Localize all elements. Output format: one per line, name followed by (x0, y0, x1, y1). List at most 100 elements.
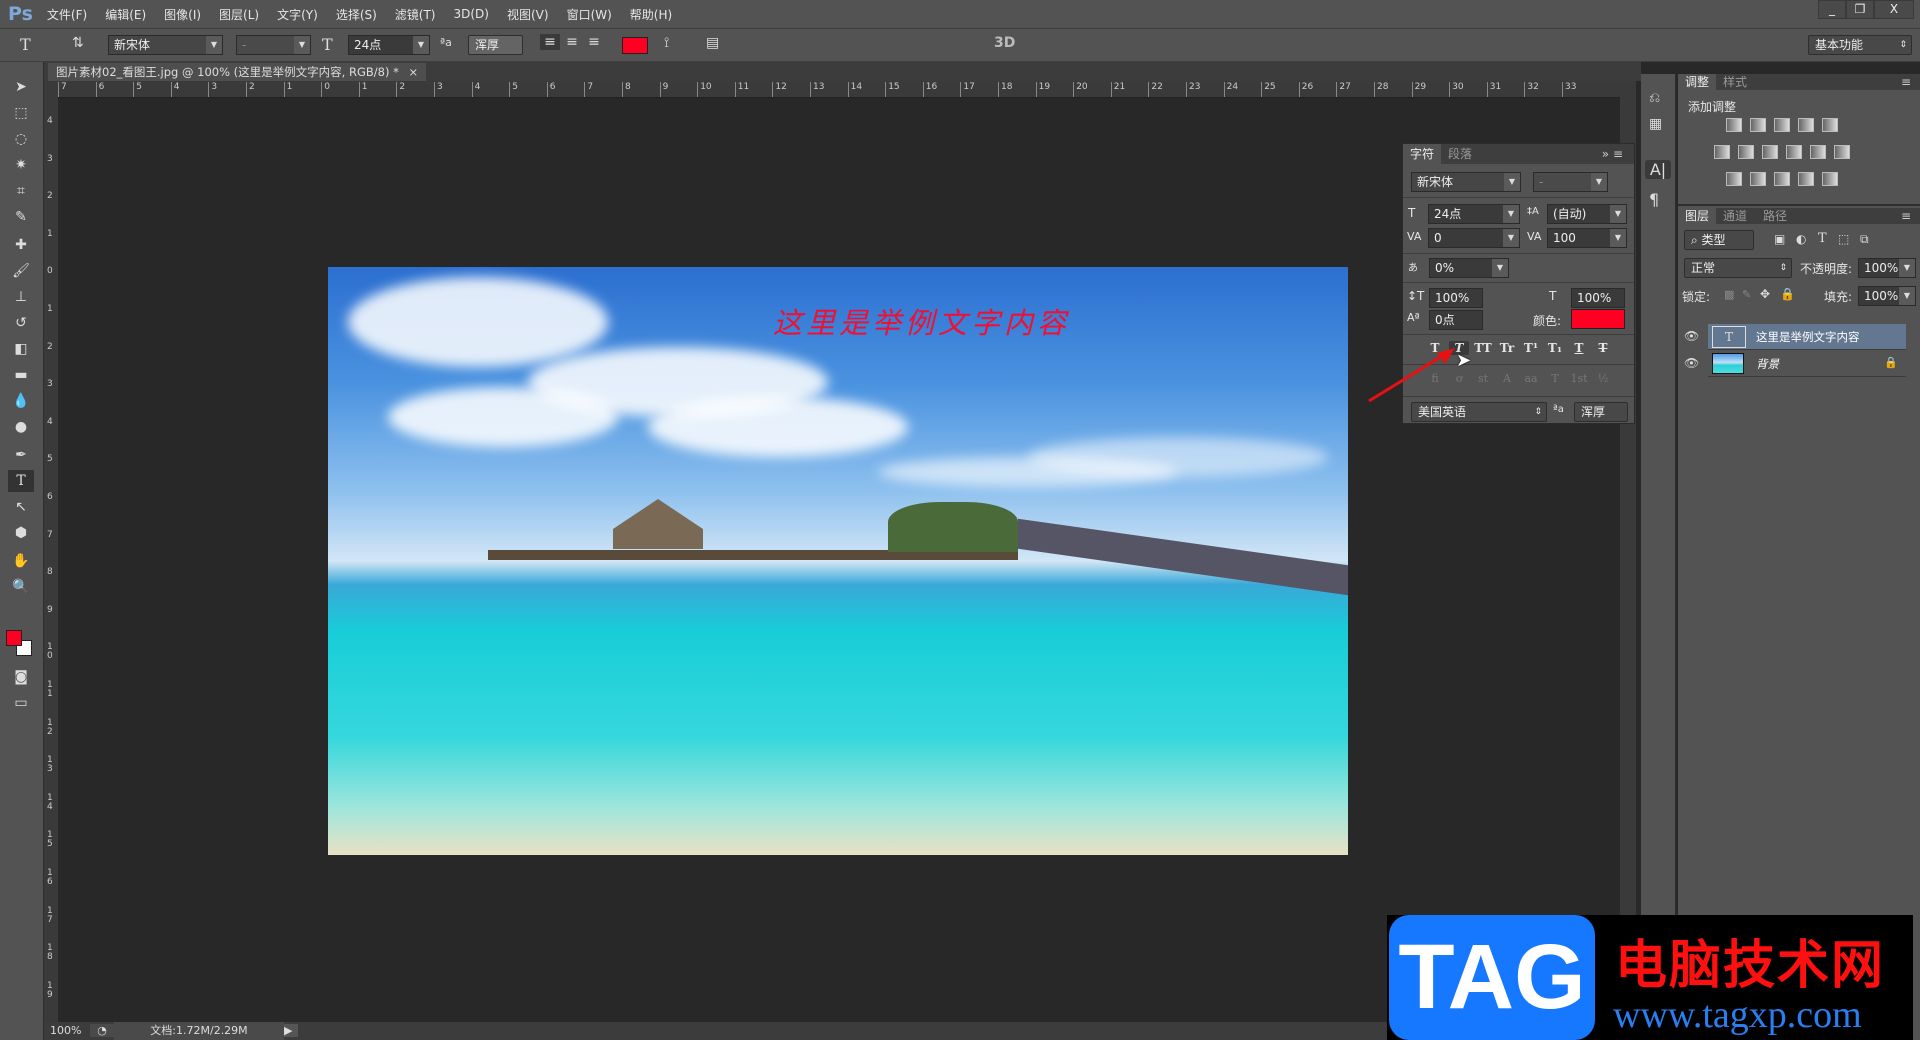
crop-tool-icon[interactable]: ⌗ (8, 180, 34, 202)
char-font-family-select[interactable]: 新宋体 ▼ (1411, 172, 1521, 192)
char-antialias-select[interactable]: 浑厚 (1574, 402, 1628, 422)
move-tool-icon[interactable]: ➤ (8, 76, 34, 98)
black-white-adjustment-icon[interactable] (1762, 145, 1778, 159)
shape-tool-icon[interactable]: ⬢ (8, 522, 34, 544)
char-hscale-input[interactable]: 100% (1571, 288, 1625, 308)
stylistic-alternates-button[interactable]: aa (1521, 372, 1541, 385)
panel-menu-icon[interactable]: ≡ (1894, 208, 1918, 224)
menu-view[interactable]: 视图(V) (507, 6, 549, 23)
exposure-adjustment-icon[interactable] (1798, 118, 1814, 132)
menu-window[interactable]: 窗口(W) (567, 6, 612, 23)
filter-type-icon[interactable]: T (1818, 231, 1827, 246)
gradient-tool-icon[interactable]: ▬ (8, 364, 34, 386)
status-info-icon[interactable]: ◔ (90, 1024, 114, 1037)
zoom-level[interactable]: 100% (50, 1024, 81, 1037)
char-tracking-select[interactable]: 100 ▼ (1547, 228, 1627, 248)
foreground-color-swatch[interactable] (6, 630, 22, 646)
invert-adjustment-icon[interactable] (1726, 172, 1742, 186)
paragraph-panel-icon[interactable]: ¶ (1649, 190, 1659, 209)
healing-brush-tool-icon[interactable]: ✚ (8, 234, 34, 256)
small-caps-button[interactable]: Tr (1497, 341, 1517, 355)
color-balance-adjustment-icon[interactable] (1738, 145, 1754, 159)
menu-edit[interactable]: 编辑(E) (105, 6, 146, 23)
restore-button[interactable]: ❐ (1846, 0, 1874, 19)
properties-panel-icon[interactable]: ▦ (1649, 116, 1662, 132)
menu-3d[interactable]: 3D(D) (454, 7, 489, 21)
workspace-select[interactable]: 基本功能 ⇕ (1808, 35, 1912, 55)
close-tab-icon[interactable]: × (409, 65, 419, 79)
menu-select[interactable]: 选择(S) (336, 6, 377, 23)
eyedropper-tool-icon[interactable]: ✎ (8, 206, 34, 228)
char-tsume-select[interactable]: 0% ▼ (1429, 258, 1509, 278)
eye-visibility-icon[interactable]: 👁 (1684, 329, 1699, 343)
tab-styles[interactable]: 样式 (1716, 74, 1754, 90)
warp-text-icon[interactable]: ⟟ (664, 35, 669, 51)
filter-smart-object-icon[interactable]: ⧉ (1860, 232, 1869, 247)
swash-button[interactable]: A (1497, 372, 1517, 385)
ordinals-button[interactable]: 1st (1569, 372, 1589, 385)
photo-filter-adjustment-icon[interactable] (1786, 145, 1802, 159)
canvas-text-layer[interactable]: 这里是举例文字内容 (773, 300, 1070, 342)
horizontal-ruler[interactable]: 7 6 5 4 3 2 1 0 1 2 3 4 5 6 7 8 9 10 11 12 13 14 15 16 17 18 19 20 2… (58, 81, 1620, 98)
quick-mask-icon[interactable]: ◙ (8, 666, 34, 688)
superscript-button[interactable]: T¹ (1521, 341, 1541, 355)
menu-file[interactable]: 文件(F) (47, 6, 87, 23)
screen-mode-icon[interactable]: ▭ (8, 692, 34, 714)
char-color-swatch[interactable] (1571, 309, 1625, 329)
filter-shape-icon[interactable]: ⬚ (1838, 232, 1849, 246)
discretionary-ligatures-button[interactable]: st (1473, 372, 1493, 385)
align-left-icon[interactable]: ≡ (540, 34, 560, 50)
menu-image[interactable]: 图像(I) (164, 6, 201, 23)
history-panel-icon[interactable]: ⎌ (1649, 90, 1660, 106)
layer-row-background[interactable]: 背景 🔒 (1708, 351, 1906, 377)
panel-menu-icon[interactable]: » ≡ (1595, 144, 1630, 164)
char-baseline-input[interactable]: 0点 (1429, 310, 1483, 330)
tab-paths[interactable]: 路径 (1756, 208, 1794, 224)
gradient-map-adjustment-icon[interactable] (1822, 172, 1838, 186)
tab-paragraph[interactable]: 段落 (1441, 144, 1479, 164)
align-right-icon[interactable]: ≡ (584, 34, 604, 50)
fractions-button[interactable]: ½ (1593, 372, 1613, 385)
dodge-tool-icon[interactable]: ● (8, 416, 34, 438)
font-size-select[interactable]: 24点 ▼ (348, 35, 430, 55)
text-color-swatch[interactable] (622, 37, 648, 54)
close-button[interactable]: X (1874, 0, 1914, 19)
strikethrough-button[interactable]: T (1593, 341, 1613, 355)
menu-layer[interactable]: 图层(L) (219, 6, 259, 23)
char-vscale-input[interactable]: 100% (1429, 288, 1483, 308)
menu-help[interactable]: 帮助(H) (630, 6, 672, 23)
document-tab[interactable]: 图片素材02_看图王.jpg @ 100% (这里是举例文字内容, RGB/8)… (48, 63, 427, 81)
align-center-icon[interactable]: ≡ (562, 34, 582, 50)
tab-layers[interactable]: 图层 (1678, 208, 1717, 224)
lock-transparent-icon[interactable]: ▩ (1724, 288, 1734, 301)
minimize-button[interactable]: _ (1818, 0, 1846, 19)
lock-all-icon[interactable]: 🔒 (1780, 287, 1795, 301)
fill-input[interactable]: 100% ▼ (1858, 286, 1916, 306)
marquee-tool-icon[interactable]: ⬚ (8, 102, 34, 124)
magic-wand-tool-icon[interactable]: ✷ (8, 154, 34, 176)
pen-tool-icon[interactable]: ✒ (8, 444, 34, 466)
3d-button[interactable]: 3D (994, 35, 1015, 51)
zoom-tool-icon[interactable]: 🔍 (8, 576, 34, 598)
layer-name[interactable]: 这里是举例文字内容 (1756, 329, 1860, 345)
posterize-adjustment-icon[interactable] (1750, 172, 1766, 186)
subscript-button[interactable]: T₁ (1545, 341, 1565, 355)
char-kerning-select[interactable]: 0 ▼ (1428, 228, 1520, 248)
filter-pixel-icon[interactable]: ▣ (1774, 232, 1785, 246)
color-lookup-adjustment-icon[interactable] (1834, 145, 1850, 159)
path-selection-tool-icon[interactable]: ↖ (8, 496, 34, 518)
history-brush-tool-icon[interactable]: ↺ (8, 312, 34, 334)
lock-pixels-icon[interactable]: ✎ (1742, 288, 1751, 301)
brightness-adjustment-icon[interactable] (1726, 118, 1742, 132)
selective-color-adjustment-icon[interactable] (1798, 172, 1814, 186)
lasso-tool-icon[interactable]: ◌ (8, 128, 34, 150)
font-family-select[interactable]: 新宋体 ▼ (108, 35, 223, 55)
canvas-image[interactable]: 这里是举例文字内容 (328, 267, 1348, 855)
language-select[interactable]: 美国英语 ⇕ (1411, 402, 1547, 422)
blur-tool-icon[interactable]: 💧 (8, 390, 34, 412)
eye-visibility-icon[interactable]: 👁 (1684, 356, 1699, 370)
char-size-select[interactable]: 24点 ▼ (1428, 204, 1520, 224)
antialias-select[interactable]: 浑厚 (468, 35, 523, 55)
clone-stamp-tool-icon[interactable]: ⊥ (8, 286, 34, 308)
toggle-orientation-icon[interactable]: ⇅ (72, 35, 84, 51)
